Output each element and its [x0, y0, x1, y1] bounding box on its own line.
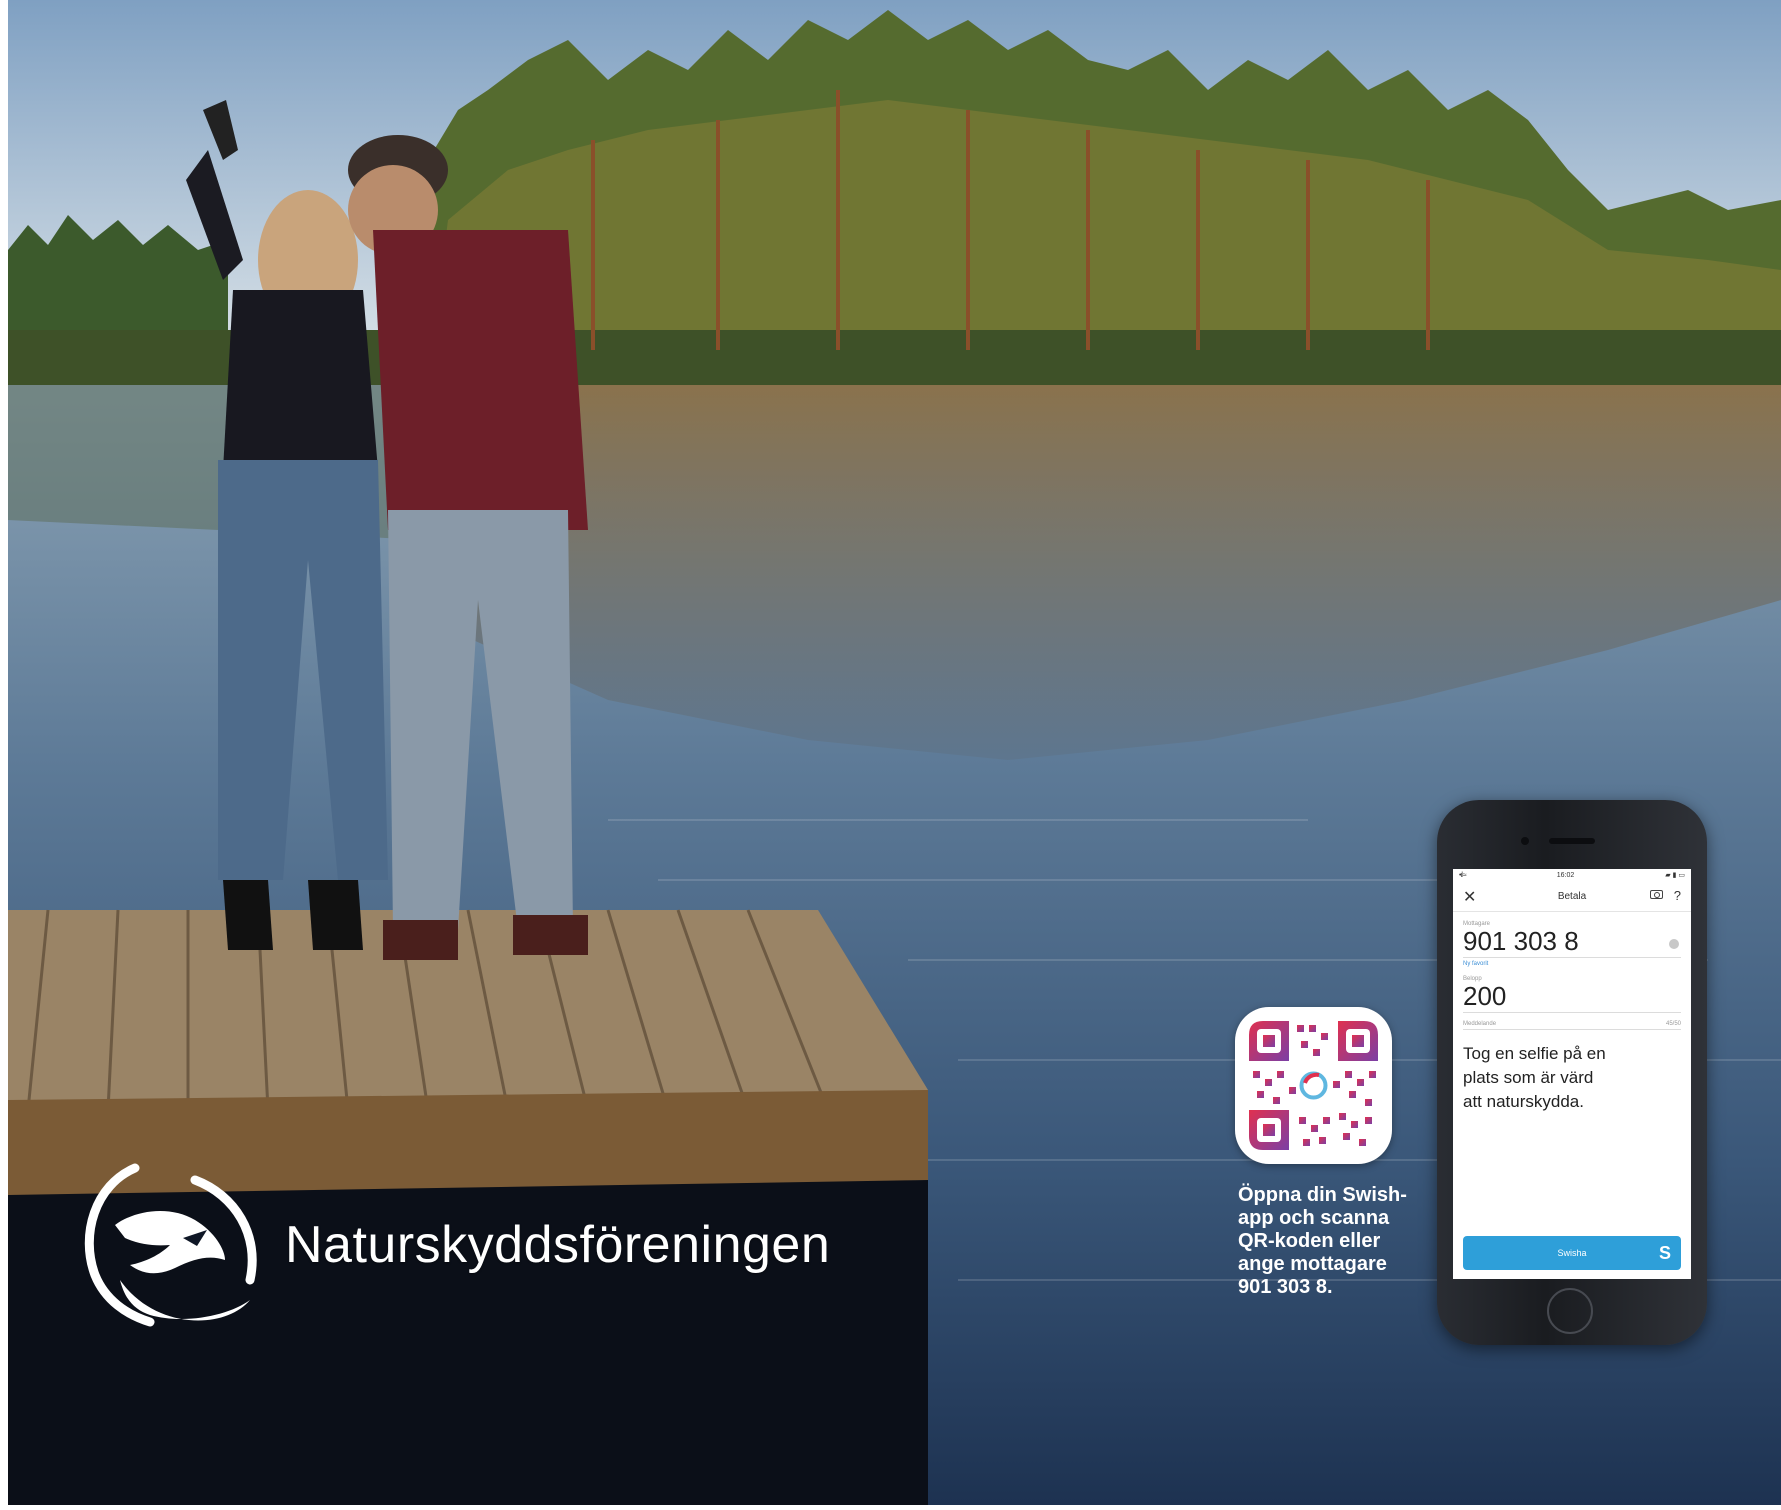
amount-field[interactable]: Belopp 200: [1463, 976, 1681, 1013]
nav-bar: ✕ Betala ?: [1453, 881, 1691, 912]
qr-code-tile: [1235, 1007, 1392, 1164]
nav-title: Betala: [1557, 890, 1587, 902]
swallow-logo-icon: [84, 1163, 257, 1327]
message-label-row: Meddelande 45/50: [1463, 1021, 1681, 1030]
message-counter: 45/50: [1665, 1021, 1681, 1027]
status-time: 16:02: [1556, 871, 1575, 879]
swisha-button-label: Swisha: [1557, 1248, 1587, 1258]
recipient-value[interactable]: 901 303 8: [1463, 927, 1681, 958]
poster: Naturskyddsföreningen Öppna din Swish- a…: [0, 0, 1781, 1510]
message-text[interactable]: Tog en selfie på en plats som är värd at…: [1463, 1042, 1681, 1114]
phone-speaker: [1549, 838, 1595, 844]
close-icon[interactable]: ✕: [1463, 887, 1476, 907]
status-bar: •ıl ≈ 16:02 ▰ ▮ ▭: [1453, 869, 1691, 881]
message-label: Meddelande: [1463, 1021, 1497, 1027]
amount-value[interactable]: 200: [1463, 982, 1681, 1013]
new-favorite-link[interactable]: Ny favorit: [1463, 961, 1681, 967]
front-camera: [1521, 837, 1529, 845]
swish-payment-screen: •ıl ≈ 16:02 ▰ ▮ ▭ ✕ Betala ? Mottagare 9…: [1453, 869, 1691, 1279]
signal-icon: •ıl ≈: [1459, 871, 1467, 879]
brand-name: Naturskyddsföreningen: [285, 1216, 831, 1274]
swisha-button[interactable]: Swisha S: [1463, 1236, 1681, 1270]
swish-qr-code-icon: [1249, 1021, 1378, 1150]
message-field[interactable]: Meddelande 45/50 Tog en selfie på en pla…: [1463, 1021, 1681, 1114]
clear-icon[interactable]: [1669, 939, 1679, 949]
phone-mockup: •ıl ≈ 16:02 ▰ ▮ ▭ ✕ Betala ? Mottagare 9…: [1437, 800, 1707, 1345]
camera-icon[interactable]: [1650, 890, 1663, 899]
qr-caption: Öppna din Swish- app och scanna QR-koden…: [1238, 1184, 1407, 1298]
brand-lockup: Naturskyddsföreningen: [75, 1150, 830, 1340]
help-button[interactable]: ?: [1674, 888, 1681, 903]
recipient-field[interactable]: Mottagare 901 303 8 Ny favorit: [1463, 921, 1681, 967]
battery-icon: ▰ ▮ ▭: [1665, 872, 1685, 879]
home-button[interactable]: [1547, 1288, 1593, 1334]
swish-logo-icon: S: [1658, 1243, 1671, 1263]
